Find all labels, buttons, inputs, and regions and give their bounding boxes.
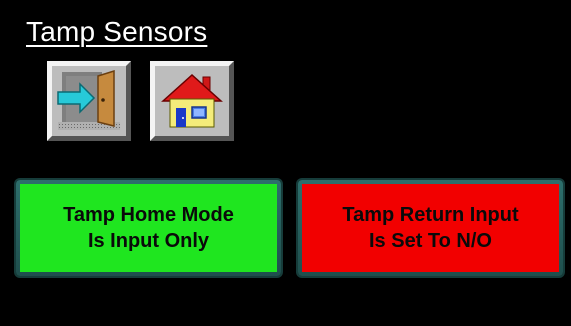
tamp-return-input-status: Tamp Return Input Is Set To N/O bbox=[298, 180, 563, 276]
tamp-home-mode-panel: Tamp Home Mode Is Input Only bbox=[20, 184, 277, 272]
tamp-home-mode-line1: Tamp Home Mode bbox=[63, 204, 234, 226]
tamp-home-mode-line2: Is Input Only bbox=[87, 230, 210, 252]
tamp-return-input-panel: Tamp Return Input Is Set To N/O bbox=[302, 184, 559, 272]
tamp-return-input-line2: Is Set To N/O bbox=[369, 230, 492, 252]
tamp-home-mode-status: Tamp Home Mode Is Input Only bbox=[16, 180, 281, 276]
house-icon bbox=[161, 73, 223, 128]
exit-door-icon bbox=[57, 70, 120, 130]
exit-button[interactable] bbox=[47, 61, 131, 141]
page-title: Tamp Sensors bbox=[26, 16, 208, 47]
tamp-return-input-line1: Tamp Return Input bbox=[342, 204, 519, 226]
home-button[interactable] bbox=[150, 61, 234, 141]
